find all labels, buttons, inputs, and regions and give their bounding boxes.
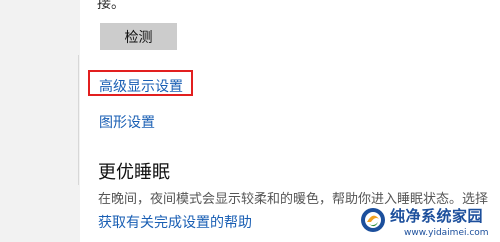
paragraph-tail-text: 接。 xyxy=(97,0,125,12)
graphics-settings-link[interactable]: 图形设置 xyxy=(99,112,155,132)
sleep-section-title: 更优睡眠 xyxy=(98,162,170,183)
advanced-display-settings-link[interactable]: 高级显示设置 xyxy=(99,76,183,96)
watermark: 纯净系统家园 www.yidaimei.com xyxy=(360,206,500,242)
watermark-logo-icon xyxy=(361,208,385,232)
navigation-pane xyxy=(0,0,80,242)
watermark-url: www.yidaimei.com xyxy=(404,228,489,238)
help-link[interactable]: 获取有关完成设置的帮助 xyxy=(98,212,252,232)
pane-divider xyxy=(78,55,79,185)
watermark-brand: 纯净系统家园 xyxy=(390,207,484,225)
detect-button[interactable]: 检测 xyxy=(100,23,177,50)
